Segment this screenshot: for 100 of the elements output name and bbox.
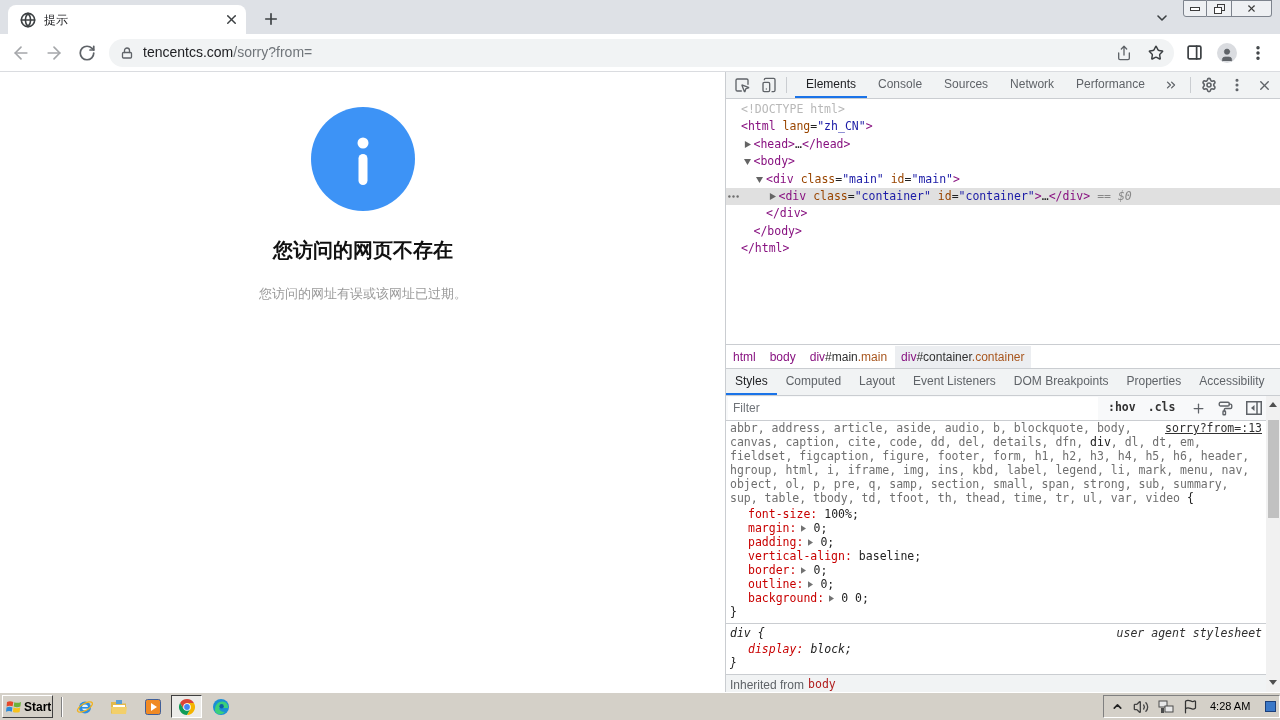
filter-field[interactable]: Filter bbox=[728, 396, 1098, 420]
page-message: 您访问的网址有误或该网址已过期。 bbox=[258, 285, 467, 303]
filter-toggle[interactable]: :hov bbox=[1106, 398, 1138, 418]
breadcrumb[interactable]: div#container.container bbox=[895, 345, 1031, 368]
stylesheet-source: user agent stylesheet bbox=[1116, 626, 1262, 640]
close-icon[interactable] bbox=[224, 12, 239, 27]
info-icon bbox=[310, 107, 415, 211]
closing-tag: </html> bbox=[741, 240, 790, 258]
css-property: display: bbox=[748, 642, 804, 656]
devtools-tab[interactable]: Elements bbox=[795, 72, 868, 98]
restore-button[interactable] bbox=[1207, 0, 1232, 17]
expanded-triangle-icon[interactable] bbox=[756, 175, 763, 183]
devtools-tab[interactable]: Sources bbox=[933, 72, 1000, 98]
sidebar-tab[interactable]: Accessibility bbox=[1190, 369, 1274, 395]
devtools-tab[interactable]: Network bbox=[999, 72, 1066, 98]
network-monitors-icon[interactable] bbox=[1158, 698, 1174, 715]
css-property: outline: bbox=[748, 577, 804, 591]
close-icon bbox=[1246, 3, 1257, 14]
share-icon[interactable] bbox=[1116, 44, 1132, 61]
css-value: 0 0; bbox=[841, 591, 869, 605]
inherited-label: Inherited from bbox=[730, 676, 805, 692]
rule-end-brace: } bbox=[730, 605, 737, 619]
dom-node[interactable]: <div class="main" id="main"> bbox=[726, 170, 1280, 188]
css-selector: canvas, caption, cite, code, dd, del, details, dfn, div, dl, dt, em, fieldset, figcaption, figure, footer, form, h1, h2, h3, h4, h5, h6, header, hgroup, html, i, iframe, img, ins, kbd, label, legend, li, mark, menu, nav, object, ol, p, pre, q, samp, section, small, span, strong, sub, summary, sup, table, tbody, td, tfoot, th, thead, time, tr, ul, var, video { bbox=[730, 435, 1251, 505]
breadcrumb[interactable]: div#main.main bbox=[803, 345, 894, 368]
address-bar[interactable]: tencentcs.com/sorry?from= bbox=[109, 38, 1174, 67]
collapsed-triangle-icon[interactable] bbox=[768, 193, 776, 201]
speaker-icon[interactable] bbox=[1133, 698, 1149, 715]
css-selector: div { bbox=[730, 626, 765, 640]
scroll-down-arrow-icon[interactable] bbox=[1269, 680, 1277, 685]
dom-node[interactable]: <div class="container" id="container">…</div> == $0 bbox=[726, 187, 1280, 206]
page-heading: 您访问的网页不存在 bbox=[272, 237, 453, 264]
sidebar-tab[interactable]: Event Listeners bbox=[904, 369, 1005, 395]
flag-icon[interactable] bbox=[1183, 699, 1198, 714]
scrollbar-thumb[interactable] bbox=[1267, 420, 1279, 518]
minimize-button[interactable] bbox=[1183, 0, 1207, 17]
dom-node[interactable]: <body> bbox=[726, 153, 1280, 171]
closing-tag: </body> bbox=[753, 222, 802, 241]
settings-icon[interactable] bbox=[1200, 77, 1217, 93]
ellipsis-icon[interactable] bbox=[728, 195, 739, 199]
paint-roller-icon[interactable] bbox=[1218, 400, 1234, 416]
person-icon bbox=[1219, 46, 1235, 63]
css-value: 0; bbox=[813, 563, 828, 577]
add-rule-icon[interactable] bbox=[1191, 400, 1207, 416]
profile-avatar[interactable] bbox=[1217, 42, 1237, 63]
expand-triangle-icon[interactable] bbox=[808, 580, 814, 588]
css-property: padding: bbox=[748, 535, 804, 549]
css-property: font-size: bbox=[748, 507, 818, 521]
expand-triangle-icon[interactable] bbox=[808, 538, 814, 546]
css-value: 100%; bbox=[824, 507, 859, 521]
star-icon[interactable] bbox=[1148, 44, 1164, 61]
sidebar-tab[interactable]: Computed bbox=[776, 369, 851, 395]
toggle-sidebar-icon[interactable] bbox=[1246, 401, 1263, 415]
sidebar-tab[interactable]: DOM Breakpoints bbox=[1004, 369, 1118, 395]
start-button[interactable]: Start bbox=[2, 695, 53, 718]
expand-triangle-icon[interactable] bbox=[801, 524, 807, 532]
inspect-icon[interactable] bbox=[734, 77, 750, 93]
segmented-circle-icon[interactable] bbox=[177, 697, 196, 716]
breadcrumb[interactable]: body bbox=[763, 345, 802, 368]
css-value: 0; bbox=[820, 577, 835, 591]
globe-icon bbox=[20, 11, 36, 28]
css-value: block; bbox=[810, 642, 852, 656]
expanded-triangle-icon[interactable] bbox=[743, 158, 751, 166]
folder-icon[interactable] bbox=[109, 698, 128, 715]
css-value: 0; bbox=[813, 521, 828, 535]
url-text: tencentcs.com/sorry?from= bbox=[143, 43, 313, 62]
dom-node[interactable]: <html lang="zh_CN"> bbox=[726, 118, 1280, 136]
expand-triangle-icon[interactable] bbox=[801, 566, 807, 574]
scrollbar[interactable] bbox=[1266, 396, 1280, 692]
sidebar-tab[interactable]: Properties bbox=[1117, 369, 1191, 395]
devtools-tab[interactable]: Performance bbox=[1065, 72, 1156, 98]
flag-logo-icon bbox=[6, 698, 22, 715]
rule-end-brace: } bbox=[730, 656, 737, 670]
breadcrumb[interactable]: html bbox=[727, 345, 762, 368]
restore-icon bbox=[1213, 3, 1225, 14]
browser-tab[interactable]: 提示 bbox=[8, 5, 246, 34]
dom-node[interactable]: <head>…</head> bbox=[726, 135, 1280, 154]
inherited-element-link[interactable]: body bbox=[808, 675, 836, 692]
css-value: 0; bbox=[820, 535, 835, 549]
css-property: margin: bbox=[748, 521, 797, 535]
scroll-up-arrow-icon[interactable] bbox=[1269, 402, 1277, 407]
devtools-tab[interactable]: Console bbox=[867, 72, 934, 98]
device-icon[interactable] bbox=[761, 77, 777, 93]
sidebar-tab[interactable]: Layout bbox=[850, 369, 905, 395]
expand-triangle-icon[interactable] bbox=[829, 594, 835, 602]
css-property: background: bbox=[748, 591, 825, 605]
play-tile-icon[interactable] bbox=[144, 698, 161, 715]
reload-icon[interactable] bbox=[78, 43, 96, 62]
css-property: vertical-align: bbox=[748, 549, 852, 563]
css-value: baseline; bbox=[858, 549, 922, 563]
stylesheet-link[interactable]: sorry?from=:13 bbox=[1165, 421, 1262, 435]
minimize-icon bbox=[1190, 6, 1200, 11]
collapsed-triangle-icon[interactable] bbox=[743, 140, 751, 148]
swirl-icon[interactable] bbox=[211, 697, 230, 716]
clock[interactable]: 4:28 AM bbox=[1210, 698, 1251, 715]
filter-toggle[interactable]: .cls bbox=[1145, 398, 1178, 418]
side-panel-icon[interactable] bbox=[1186, 44, 1203, 61]
css-selector: abbr, address, article, aside, audio, b, blockquote, body, bbox=[730, 421, 1132, 435]
taskbar-button[interactable] bbox=[171, 695, 202, 718]
css-property: border: bbox=[748, 563, 797, 577]
